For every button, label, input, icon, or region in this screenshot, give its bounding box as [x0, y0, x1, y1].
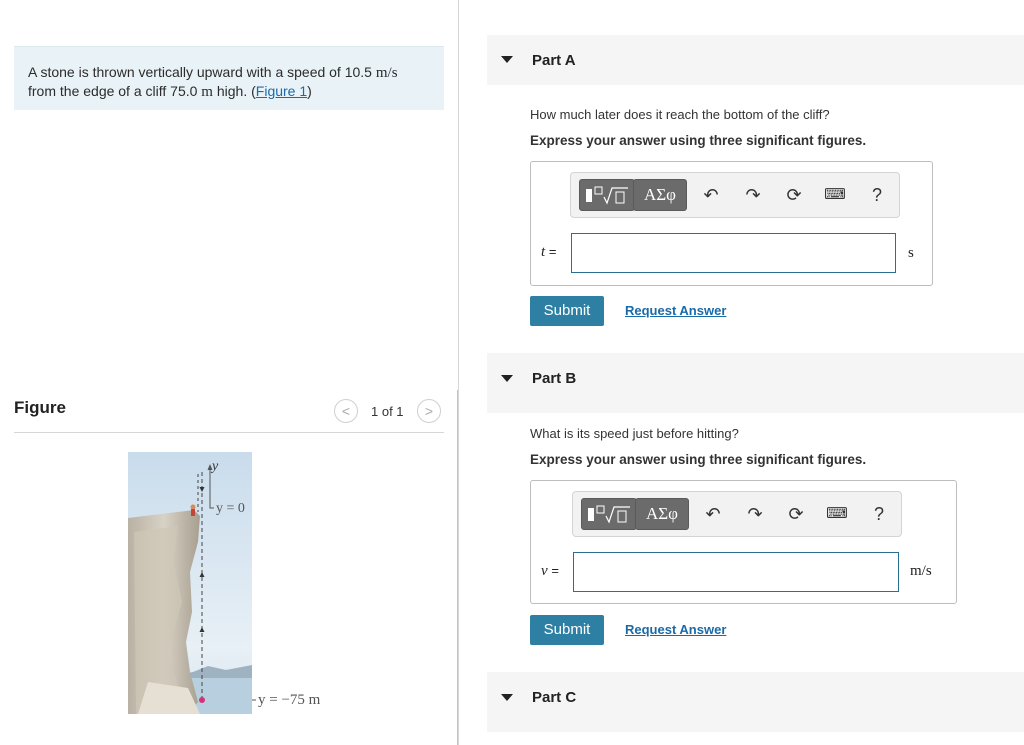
y-bottom-label: y = −75 m	[258, 692, 321, 708]
part-a-math-toolbar: ΑΣφ ↶ ↷ ⟳ ⌨ ?	[570, 172, 900, 218]
part-a-answer-input[interactable]	[571, 233, 896, 273]
figure-header-rule	[14, 432, 444, 433]
templates-icon	[586, 186, 628, 205]
chevron-right-icon: >	[424, 403, 434, 419]
part-c-header[interactable]: Part C	[487, 672, 1024, 732]
keyboard-icon[interactable]: ⌨	[823, 498, 851, 530]
figure-link[interactable]: Figure 1	[256, 83, 307, 99]
equals-sign: =	[548, 244, 557, 259]
part-a-header[interactable]: Part A	[487, 35, 1024, 85]
templates-button[interactable]	[579, 179, 635, 211]
figure-panel-divider	[457, 390, 458, 745]
part-c-title: Part C	[532, 689, 577, 706]
reset-icon[interactable]: ⟳	[782, 498, 810, 530]
greek-symbols-button[interactable]: ΑΣφ	[635, 498, 689, 530]
part-a-variable: t =	[541, 244, 557, 261]
height-unit: m	[201, 84, 213, 100]
part-b-math-toolbar: ΑΣφ ↶ ↷ ⟳ ⌨ ?	[572, 491, 902, 537]
y-axis-label: y	[210, 459, 219, 474]
part-a-title: Part A	[532, 52, 576, 69]
problem-text-part: )	[307, 83, 312, 99]
redo-icon[interactable]: ↷	[739, 179, 767, 211]
problem-text-part: A stone is thrown vertically upward with…	[28, 64, 376, 80]
chevron-left-icon: <	[341, 403, 351, 419]
caret-down-icon	[501, 694, 513, 701]
figure-next-button[interactable]: >	[417, 399, 441, 423]
cliff-illustration: y y = 0 y = −75 m	[128, 452, 321, 714]
part-b-answer-input[interactable]	[573, 552, 899, 592]
problem-text: A stone is thrown vertically upward with…	[28, 63, 428, 101]
caret-down-icon	[501, 375, 513, 382]
part-a-instruction: Express your answer using three signific…	[530, 133, 867, 148]
column-divider	[458, 0, 459, 745]
keyboard-icon[interactable]: ⌨	[821, 179, 849, 211]
speed-unit: m/s	[375, 65, 398, 81]
undo-icon[interactable]: ↶	[699, 498, 727, 530]
equals-sign: =	[551, 563, 560, 578]
help-button[interactable]: ?	[863, 179, 891, 211]
part-a-answer-box: ΑΣφ ↶ ↷ ⟳ ⌨ ? t = s	[530, 161, 933, 286]
part-a-submit-button[interactable]: Submit	[530, 296, 604, 326]
templates-button[interactable]	[581, 498, 637, 530]
problem-text-part: from the edge of a cliff 75.0	[28, 83, 202, 99]
help-button[interactable]: ?	[865, 498, 893, 530]
part-b-request-answer-link[interactable]: Request Answer	[625, 622, 726, 637]
greek-symbols-button[interactable]: ΑΣφ	[633, 179, 687, 211]
part-b-instruction: Express your answer using three signific…	[530, 452, 867, 467]
part-a-request-answer-link[interactable]: Request Answer	[625, 303, 726, 318]
part-b-answer-box: ΑΣφ ↶ ↷ ⟳ ⌨ ? v = m/s	[530, 480, 957, 604]
figure-title: Figure	[14, 398, 66, 417]
part-b-submit-button[interactable]: Submit	[530, 615, 604, 645]
cliff-figure: y y = 0 y = −75 m	[128, 452, 338, 714]
variable-v: v	[541, 563, 548, 579]
figure-prev-button[interactable]: <	[334, 399, 358, 423]
part-b-question: What is its speed just before hitting?	[530, 426, 739, 441]
problem-statement: A stone is thrown vertically upward with…	[14, 46, 444, 110]
part-b-title: Part B	[532, 370, 577, 387]
reset-icon[interactable]: ⟳	[780, 179, 808, 211]
figure-pager-text: 1 of 1	[371, 404, 404, 419]
part-b-unit: m/s	[910, 563, 932, 579]
part-b-variable: v =	[541, 563, 559, 580]
part-b-header[interactable]: Part B	[487, 353, 1024, 413]
part-a-question: How much later does it reach the bottom …	[530, 107, 830, 122]
problem-text-part: high. (	[212, 83, 256, 99]
part-a-unit: s	[908, 245, 914, 261]
caret-down-icon	[501, 56, 513, 63]
variable-t: t	[541, 244, 546, 260]
y-zero-label: y = 0	[216, 501, 245, 516]
undo-icon[interactable]: ↶	[697, 179, 725, 211]
templates-icon	[588, 505, 630, 524]
redo-icon[interactable]: ↷	[741, 498, 769, 530]
